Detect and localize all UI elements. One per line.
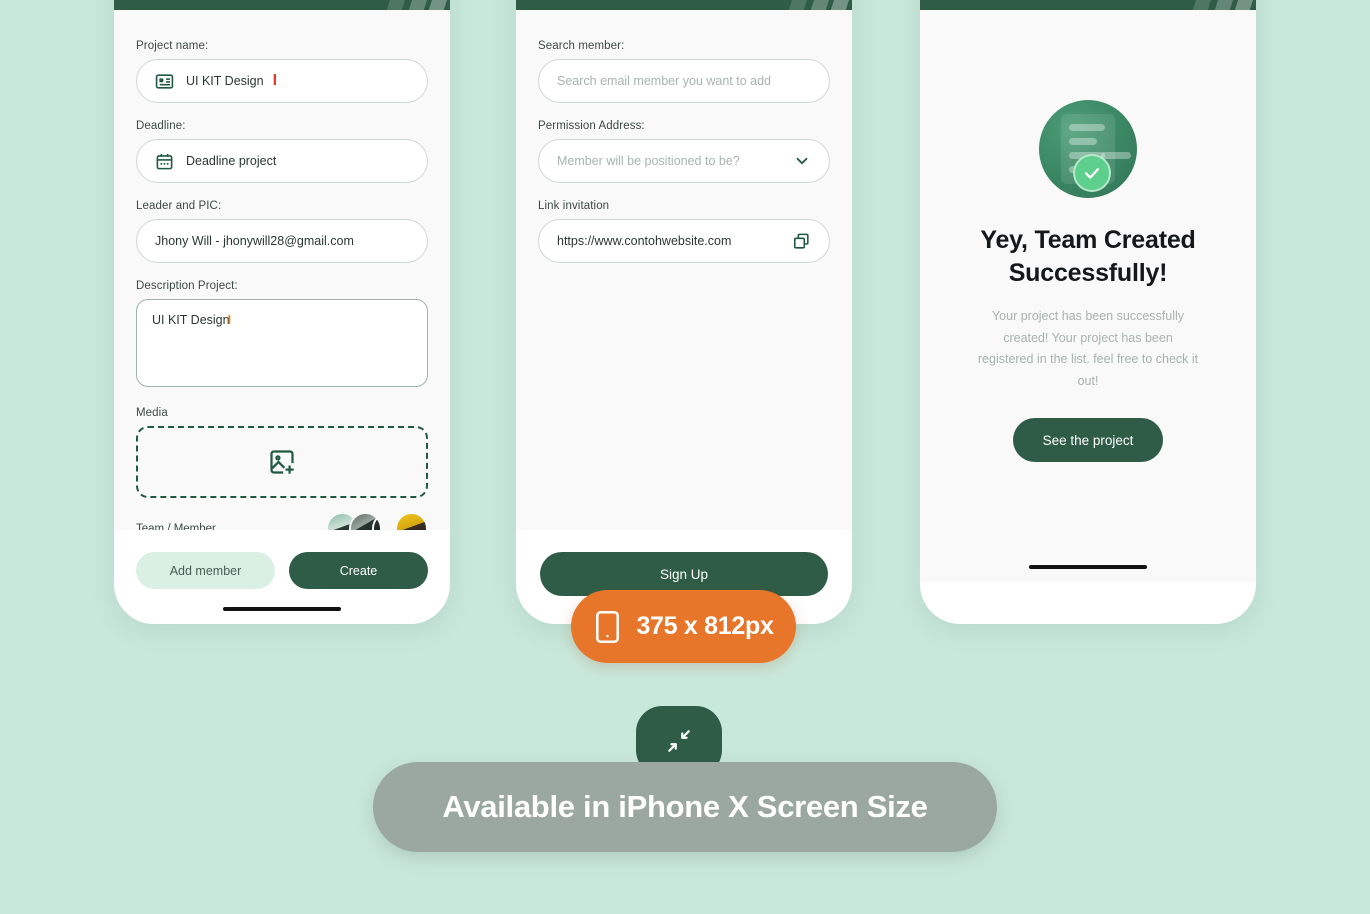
see-the-project-button[interactable]: See the project — [1012, 418, 1164, 462]
screen-size-label: 375 x 812px — [636, 612, 774, 640]
phone-1-header — [114, 0, 450, 10]
description-textarea[interactable]: UI KIT DesignI — [136, 299, 428, 387]
success-description: Your project has been successfully creat… — [977, 309, 1199, 388]
copy-icon[interactable] — [792, 232, 811, 251]
media-label: Media — [136, 407, 168, 419]
media-upload-dropzone[interactable] — [136, 426, 428, 498]
phone-1-action-bar: Add member Create — [114, 530, 450, 624]
project-name-input[interactable]: UI KIT Design I — [136, 59, 428, 103]
availability-banner-label: Available in iPhone X Screen Size — [442, 789, 928, 824]
phone-3-screen: Yey, Team Created Successfully! Your pro… — [920, 10, 1256, 582]
leader-value: Jhony Will - jhonywill28@gmail.com — [155, 234, 354, 248]
deadline-placeholder: Deadline project — [186, 154, 277, 168]
text-cursor: I — [272, 72, 278, 89]
calendar-icon — [155, 152, 174, 171]
text-cursor: I — [227, 313, 232, 327]
permission-placeholder: Member will be positioned to be? — [557, 154, 740, 168]
document-line — [1069, 138, 1097, 145]
availability-banner: Available in iPhone X Screen Size — [373, 762, 997, 852]
mobile-icon — [593, 610, 622, 644]
chevron-down-icon — [793, 152, 811, 170]
check-badge — [1073, 154, 1111, 192]
search-member-input[interactable]: Search email member you want to add — [538, 59, 830, 103]
add-image-icon — [268, 448, 296, 476]
document-line — [1101, 152, 1131, 159]
phone-mockup-add-member: Search member: Search email member you w… — [516, 0, 852, 624]
home-indicator — [223, 607, 341, 611]
link-invitation-label: Link invitation — [538, 200, 610, 212]
search-member-placeholder: Search email member you want to add — [557, 74, 771, 88]
create-button[interactable]: Create — [289, 552, 428, 589]
leader-label: Leader and PIC: — [136, 200, 222, 212]
collapse-arrows-icon — [666, 728, 692, 754]
team-member-row: Team / Member — [136, 512, 428, 530]
phone-mockup-create-project: Project name: UI KIT DesignI Deadline: — [114, 0, 450, 624]
phone-2-header — [516, 0, 852, 10]
add-member-button[interactable]: Add member — [136, 552, 275, 589]
search-member-label: Search member: — [538, 40, 625, 52]
leader-input[interactable]: Jhony Will - jhonywill28@gmail.com — [136, 219, 428, 263]
phone-2-screen: Search member: Search email member you w… — [516, 10, 852, 530]
description-value: UI KIT Design — [152, 313, 230, 327]
permission-select[interactable]: Member will be positioned to be? — [538, 139, 830, 183]
team-avatar-group[interactable] — [326, 512, 428, 530]
permission-label: Permission Address: — [538, 120, 645, 132]
phone-mockup-success: Yey, Team Created Successfully! Your pro… — [920, 0, 1256, 624]
document-check-icon — [1039, 100, 1137, 198]
deadline-label: Deadline: — [136, 120, 186, 132]
phone-3-header — [920, 0, 1256, 10]
link-invitation-value: https://www.contohwebsite.com — [557, 234, 732, 248]
team-member-label: Team / Member — [136, 522, 216, 531]
home-indicator — [1029, 565, 1147, 569]
success-title: Yey, Team Created Successfully! — [980, 226, 1196, 287]
avatar — [395, 512, 428, 530]
phone-1-screen: Project name: UI KIT DesignI Deadline: — [114, 10, 450, 530]
project-name-value: UI KIT Design — [186, 74, 264, 88]
link-invitation-input[interactable]: https://www.contohwebsite.com — [538, 219, 830, 263]
description-label: Description Project: — [136, 280, 238, 292]
success-content: Yey, Team Created Successfully! Your pro… — [942, 10, 1234, 462]
id-card-icon — [155, 72, 174, 91]
document-line — [1069, 124, 1105, 131]
screen-size-badge: 375 x 812px — [571, 590, 796, 663]
project-name-label: Project name: — [136, 40, 209, 52]
deadline-input[interactable]: Deadline project — [136, 139, 428, 183]
showcase-stage: Project name: UI KIT DesignI Deadline: — [0, 0, 1370, 914]
